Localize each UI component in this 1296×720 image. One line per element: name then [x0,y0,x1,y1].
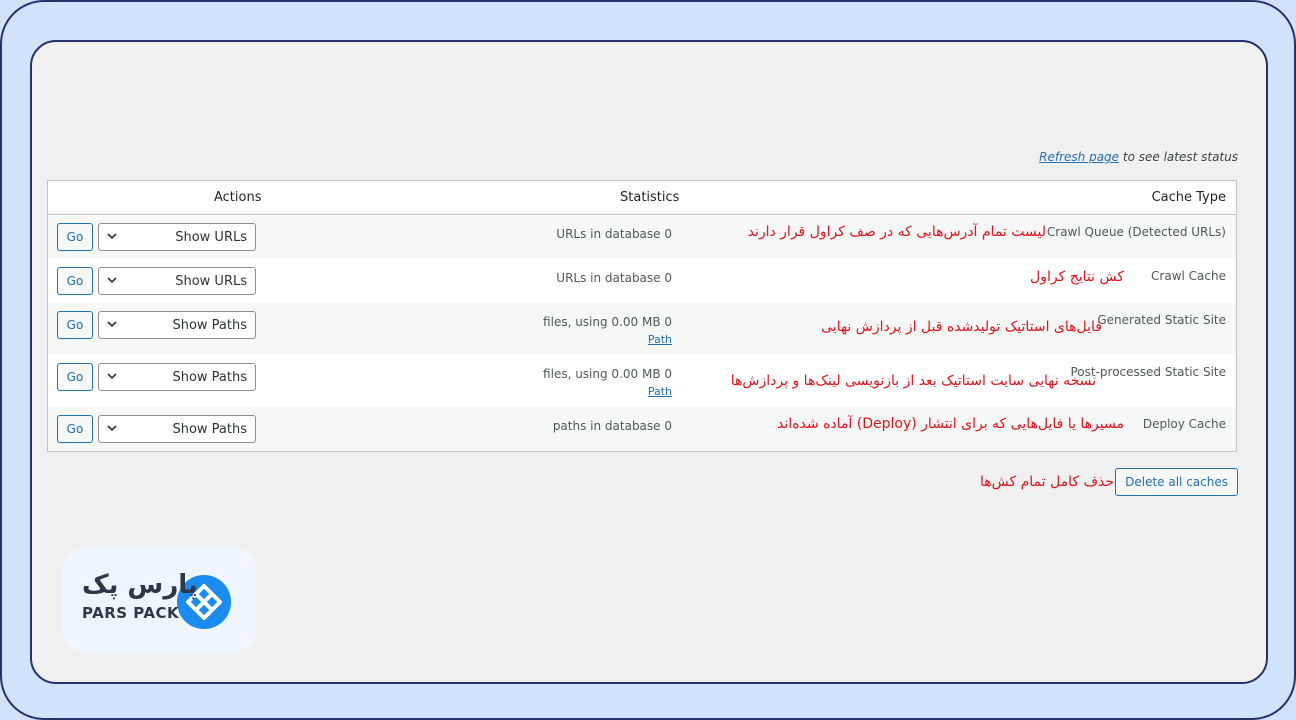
stats-text: files, using 0.00 MB 0 [543,315,672,329]
refresh-note: Refresh page to see latest status [1039,150,1238,164]
path-link[interactable]: Path [543,331,672,349]
chevron-down-icon [107,373,117,380]
screenshot-panel: Refresh page to see latest status Cache … [30,40,1268,684]
cache-type-label: Crawl Queue (Detected URLs) [1046,225,1226,239]
cache-table: Cache Type Statistics Actions Crawl Queu… [47,180,1237,452]
logo-text-fa: پارس پک [82,570,198,600]
stats-text: paths in database 0 [552,419,672,433]
table-row: Crawl Cache کش نتایج کراول URLs in datab… [48,259,1236,303]
select-value: Show URLs [175,230,247,245]
view-select[interactable]: Show Paths [98,415,256,443]
table-header: Cache Type Statistics Actions [48,181,1236,215]
stats-cell: paths in database 0 [553,417,672,435]
table-row: Deploy Cache مسیرها یا فایل‌هایی که برای… [48,407,1236,451]
stats-text: URLs in database 0 [556,227,672,241]
go-button[interactable]: Go [57,363,93,391]
cache-type-label: Crawl Cache [1151,269,1226,283]
select-value: Show Paths [172,370,247,385]
row-annotation: مسیرها یا فایل‌هایی که برای انتشار (Depl… [777,416,1124,432]
chevron-down-icon [107,277,117,284]
stats-cell: URLs in database 0 [556,225,672,243]
go-button[interactable]: Go [57,267,93,295]
table-row: Generated Static Site فایل‌های استاتیک ت… [48,303,1236,355]
go-button[interactable]: Go [57,223,93,251]
chevron-down-icon [107,321,117,328]
view-select[interactable]: Show URLs [98,267,256,295]
stats-cell: files, using 0.00 MB 0 Path [543,313,672,349]
path-link[interactable]: Path [543,383,672,401]
row-annotation: کش نتایج کراول [1030,269,1124,285]
view-select[interactable]: Show URLs [98,223,256,251]
stats-text: files, using 0.00 MB 0 [543,367,672,381]
header-actions: Actions [214,190,262,205]
stats-cell: URLs in database 0 [556,269,672,287]
select-value: Show Paths [172,422,247,437]
table-row: Crawl Queue (Detected URLs) لیست تمام آد… [48,215,1236,259]
logo-text-en: PARS PACK [82,604,180,622]
header-statistics: Statistics [620,190,680,205]
delete-all-caches-button[interactable]: Delete all caches [1115,468,1238,496]
chevron-down-icon [107,425,117,432]
refresh-suffix: to see latest status [1119,150,1238,164]
view-select[interactable]: Show Paths [98,311,256,339]
cache-type-label: Generated Static Site [1097,313,1226,327]
cache-type-label: Deploy Cache [1142,417,1226,431]
parspack-logo: پارس پک PARS PACK [62,548,256,652]
view-select[interactable]: Show Paths [98,363,256,391]
go-button[interactable]: Go [57,311,93,339]
go-button[interactable]: Go [57,415,93,443]
chevron-down-icon [107,233,117,240]
table-row: Post-processed Static Site نسخه نهایی سا… [48,355,1236,407]
row-annotation: نسخه نهایی سایت استاتیک بعد از بازنویسی … [730,373,1096,389]
stats-cell: files, using 0.00 MB 0 Path [543,365,672,401]
header-cache-type: Cache Type [1151,190,1226,205]
select-value: Show URLs [175,274,247,289]
delete-annotation: حذف کامل تمام کش‌ها [980,474,1114,490]
refresh-page-link[interactable]: Refresh page [1039,150,1119,164]
row-annotation: لیست تمام آدرس‌هایی که در صف کراول قرار … [747,224,1046,240]
stats-text: URLs in database 0 [556,271,672,285]
row-annotation: فایل‌های استاتیک تولیدشده قبل از پردازش … [821,319,1102,335]
select-value: Show Paths [172,318,247,333]
